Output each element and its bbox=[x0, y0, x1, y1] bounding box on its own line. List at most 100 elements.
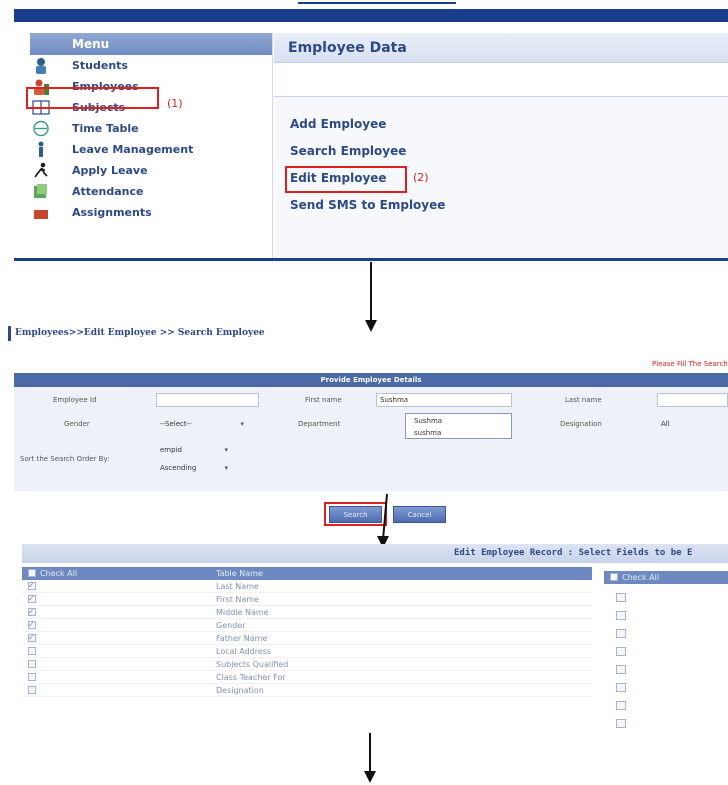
field-name: Subjects Qualified bbox=[216, 660, 289, 669]
sidebar-item-label: Leave Management bbox=[72, 143, 194, 156]
breadcrumb: Employees>>Edit Employee >> Search Emplo… bbox=[8, 326, 265, 341]
fill-note: Please Fill The Search bbox=[652, 360, 728, 368]
sidebar-item-students[interactable]: Students bbox=[30, 55, 272, 76]
gender-label: Gender bbox=[64, 420, 90, 428]
person-icon bbox=[38, 141, 44, 157]
field-checkbox[interactable] bbox=[28, 659, 36, 668]
edit-employee-highlight-box bbox=[285, 166, 407, 193]
chevron-down-icon: ▾ bbox=[240, 420, 244, 428]
suggestion-item[interactable]: sushma bbox=[406, 429, 511, 438]
table-header: Check All bbox=[604, 571, 728, 584]
field-checkbox[interactable] bbox=[616, 611, 626, 620]
field-checkbox[interactable] bbox=[28, 618, 36, 631]
field-name: Father Name bbox=[216, 634, 268, 643]
sidebar-item-label: Time Table bbox=[72, 122, 139, 135]
flow-arrow-line bbox=[382, 494, 388, 540]
last-name-input[interactable] bbox=[657, 393, 728, 407]
department-label: Department bbox=[298, 420, 341, 428]
table-header: Check All Table Name bbox=[22, 567, 592, 580]
step-annotation: (2) bbox=[413, 171, 429, 184]
attendance-icon bbox=[34, 184, 47, 198]
sidebar-item-assignments[interactable]: Assignments bbox=[30, 202, 272, 223]
field-checkbox[interactable] bbox=[616, 665, 626, 674]
field-checkbox[interactable] bbox=[616, 719, 626, 728]
assignment-icon bbox=[34, 210, 48, 219]
sort-direction-value: Ascending bbox=[160, 464, 197, 472]
check-all-checkbox[interactable] bbox=[610, 572, 618, 581]
suggestion-item[interactable]: Sushma bbox=[406, 417, 511, 426]
table-row: First Name bbox=[22, 592, 592, 606]
chevron-down-icon: ▾ bbox=[224, 464, 228, 472]
clock-icon bbox=[33, 120, 49, 137]
field-name: Designation bbox=[216, 686, 264, 695]
field-checkbox[interactable] bbox=[28, 592, 36, 605]
search-button-highlight-box bbox=[324, 502, 387, 526]
field-checkbox[interactable] bbox=[28, 685, 36, 694]
sort-order-label: Sort the Search Order By: bbox=[20, 455, 110, 463]
sidebar-item-label: Apply Leave bbox=[72, 164, 148, 177]
sidebar-menu: Menu Students Employees Subjects Time Ta… bbox=[30, 33, 273, 262]
sidebar-item-leave-management[interactable]: Leave Management bbox=[30, 139, 272, 160]
sort-field-select[interactable]: empid ▾ bbox=[156, 443, 243, 457]
sort-direction-select[interactable]: Ascending ▾ bbox=[156, 461, 243, 475]
gender-select-value: --Select-- bbox=[160, 420, 192, 428]
table-row: Father Name bbox=[22, 631, 592, 645]
flow-arrow-line bbox=[369, 733, 371, 773]
check-all-checkbox[interactable] bbox=[28, 568, 36, 577]
employee-data-title: Employee Data bbox=[274, 33, 728, 63]
student-icon bbox=[36, 58, 46, 74]
employee-id-input[interactable] bbox=[156, 393, 259, 407]
sidebar-item-apply-leave[interactable]: Apply Leave bbox=[30, 160, 272, 181]
field-name: Middle Name bbox=[216, 608, 269, 617]
field-checkbox[interactable] bbox=[28, 605, 36, 618]
table-row: Middle Name bbox=[22, 605, 592, 619]
check-all-control[interactable]: Check All bbox=[28, 567, 77, 580]
field-checkbox[interactable] bbox=[616, 593, 626, 602]
sidebar-item-attendance[interactable]: Attendance bbox=[30, 181, 272, 202]
flow-arrow-head bbox=[365, 320, 377, 332]
employees-highlight-box bbox=[26, 87, 159, 109]
field-name: Last Name bbox=[216, 582, 259, 591]
table-row: Designation bbox=[22, 684, 592, 697]
menu-header: Menu bbox=[30, 33, 272, 55]
designation-select[interactable]: All bbox=[657, 417, 728, 431]
field-name: Class Teacher For bbox=[216, 673, 286, 682]
gender-select[interactable]: --Select-- ▾ bbox=[156, 417, 259, 431]
sidebar-item-time-table[interactable]: Time Table bbox=[30, 118, 272, 139]
field-checkbox[interactable] bbox=[616, 629, 626, 638]
field-name: Local Address bbox=[216, 647, 272, 656]
search-employee-link[interactable]: Search Employee bbox=[274, 138, 728, 165]
employee-id-label: Employee Id bbox=[53, 396, 97, 404]
search-form bbox=[14, 387, 728, 491]
table-row: Gender bbox=[22, 618, 592, 632]
menu-screenshot-panel: Menu Students Employees Subjects Time Ta… bbox=[0, 0, 728, 262]
first-name-input[interactable]: Sushma bbox=[376, 393, 512, 407]
sort-field-value: empid bbox=[160, 446, 182, 454]
designation-label: Designation bbox=[560, 420, 602, 428]
field-checkbox[interactable] bbox=[28, 579, 36, 592]
sidebar-item-label: Assignments bbox=[72, 206, 152, 219]
edit-record-title: Edit Employee Record : Select Fields to … bbox=[22, 544, 728, 563]
employee-data-panel: Employee Data Add Employee Search Employ… bbox=[274, 33, 728, 262]
field-checkbox[interactable] bbox=[28, 672, 36, 681]
flow-arrow-head bbox=[364, 771, 376, 783]
check-all-control[interactable]: Check All bbox=[610, 571, 659, 584]
table-row: Class Teacher For bbox=[22, 671, 592, 684]
field-name: Gender bbox=[216, 621, 246, 630]
send-sms-link[interactable]: Send SMS to Employee bbox=[274, 192, 728, 219]
field-checkbox[interactable] bbox=[616, 647, 626, 656]
cancel-button[interactable]: Cancel bbox=[393, 506, 446, 523]
flow-arrow-line bbox=[370, 262, 372, 322]
field-checkbox[interactable] bbox=[616, 701, 626, 710]
add-employee-link[interactable]: Add Employee bbox=[274, 111, 728, 138]
table-row: Last Name bbox=[22, 579, 592, 593]
table-row: Local Address bbox=[22, 645, 592, 658]
last-name-label: Last name bbox=[565, 396, 602, 404]
sidebar-item-label: Students bbox=[72, 59, 128, 72]
field-checkbox[interactable] bbox=[28, 631, 36, 644]
running-icon bbox=[34, 162, 48, 178]
secondary-selection-table: Check All bbox=[604, 571, 728, 733]
field-checkbox[interactable] bbox=[28, 646, 36, 655]
top-banner-bar bbox=[14, 9, 728, 22]
field-checkbox[interactable] bbox=[616, 683, 626, 692]
